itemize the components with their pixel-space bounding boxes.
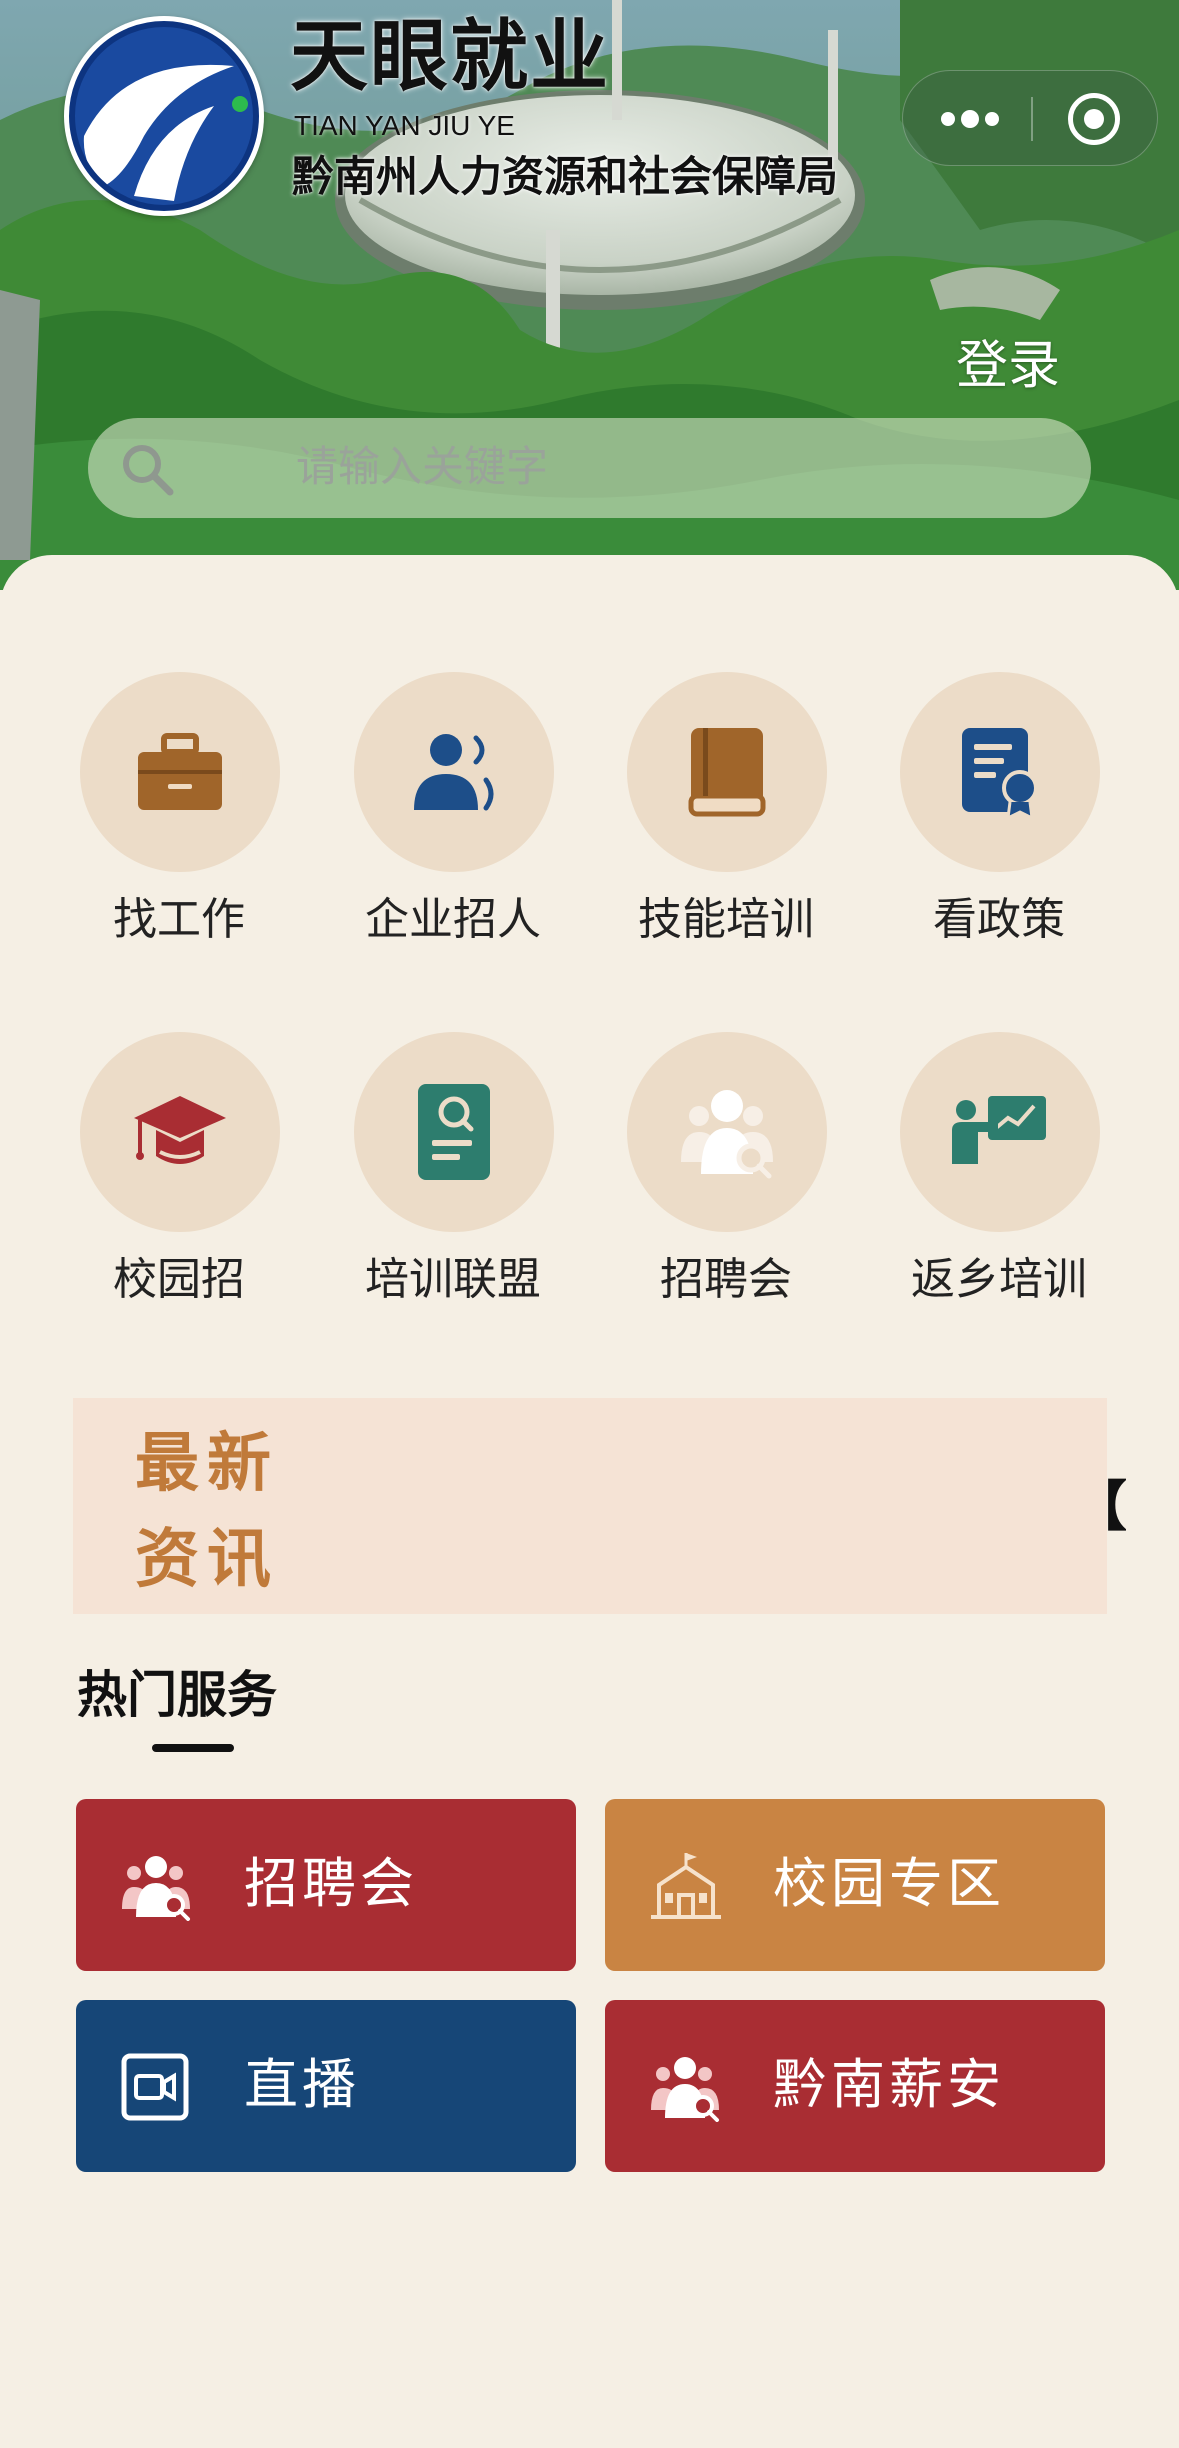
menu-item-campus-recruit[interactable]: 校园招 — [42, 1032, 316, 1332]
login-button[interactable]: 登录 — [956, 340, 1060, 392]
menu-item-label: 校园招 — [113, 1254, 245, 1305]
menu-item-label: 返乡培训 — [911, 1254, 1087, 1305]
person-speaking-icon — [414, 734, 494, 811]
menu-icon-circle — [80, 672, 280, 872]
miniprogram-capsule — [902, 70, 1158, 166]
menu-item-label: 看政策 — [933, 894, 1065, 945]
news-marquee-text[interactable]: 【 — [1073, 1480, 1127, 1534]
menu-item-find-job[interactable]: 找工作 — [42, 672, 316, 972]
menu-icon-circle — [354, 1032, 554, 1232]
menu-item-label: 技能培训 — [638, 894, 814, 945]
people-search-icon — [681, 1090, 773, 1179]
app-title: 天眼就业 — [290, 12, 611, 102]
search-icon — [123, 445, 174, 496]
search-input[interactable]: 请输入关键字 — [88, 418, 1091, 518]
menu-item-skill-training[interactable]: 技能培训 — [589, 672, 863, 972]
search-document-icon — [418, 1084, 490, 1180]
latest-news-bar[interactable]: 最新 资讯 【 — [73, 1398, 1127, 1614]
menu-icon-circle — [900, 1032, 1100, 1232]
menu-item-hometown-training[interactable]: 返乡培训 — [862, 1032, 1136, 1332]
school-building-icon — [651, 1853, 721, 1919]
menu-item-enterprise-recruit[interactable]: 企业招人 — [316, 672, 590, 972]
menu-item-label: 培训联盟 — [365, 1254, 541, 1305]
search-placeholder: 请输入关键字 — [296, 442, 549, 491]
service-label: 校园专区 — [773, 1852, 1005, 1915]
service-label: 黔南薪安 — [773, 2053, 1005, 2116]
service-qiannan-xinan-button[interactable]: 黔南薪安 — [605, 2000, 1105, 2172]
service-job-fair-button[interactable]: 招聘会 — [76, 1799, 576, 1971]
menu-item-label: 找工作 — [113, 894, 245, 945]
certificate-icon — [962, 728, 1038, 821]
menu-item-training-alliance[interactable]: 培训联盟 — [316, 1032, 590, 1332]
hot-services-underline — [152, 1744, 234, 1752]
organization-name: 黔南州人力资源和社会保障局 — [292, 152, 839, 201]
briefcase-icon — [138, 733, 222, 810]
capsule-divider — [1031, 97, 1033, 141]
menu-item-label: 企业招人 — [365, 894, 541, 945]
presentation-icon — [952, 1096, 1046, 1164]
service-label: 招聘会 — [244, 1852, 418, 1915]
book-icon — [688, 728, 766, 817]
menu-item-job-fair[interactable]: 招聘会 — [589, 1032, 863, 1332]
news-heading-line2: 资讯 — [135, 1523, 279, 1597]
menu-icon-circle — [80, 1032, 280, 1232]
menu-item-policy[interactable]: 看政策 — [862, 672, 1136, 972]
news-heading-line1: 最新 — [135, 1427, 279, 1501]
hot-services-title: 热门服务 — [77, 1666, 277, 1724]
service-live-button[interactable]: 直播 — [76, 2000, 576, 2172]
menu-icon-circle — [627, 672, 827, 872]
people-search-icon — [122, 1856, 190, 1921]
graduation-cap-icon — [134, 1096, 226, 1164]
menu-icon-circle — [354, 672, 554, 872]
people-search-icon — [651, 2057, 719, 2122]
more-icon[interactable] — [933, 103, 1003, 135]
menu-icon-circle — [627, 1032, 827, 1232]
menu-item-label: 招聘会 — [660, 1254, 792, 1305]
close-miniprogram-icon[interactable] — [1068, 93, 1120, 145]
video-camera-icon — [121, 2053, 189, 2121]
service-label: 直播 — [244, 2053, 360, 2116]
menu-icon-circle — [900, 672, 1100, 872]
header-banner: 天眼就业 TIAN YAN JIU YE 黔南州人力资源和社会保障局 登录 请输… — [0, 0, 1179, 590]
service-campus-zone-button[interactable]: 校园专区 — [605, 1799, 1105, 1971]
tianyan-logo — [64, 16, 264, 216]
app-pinyin: TIAN YAN JIU YE — [294, 110, 515, 141]
